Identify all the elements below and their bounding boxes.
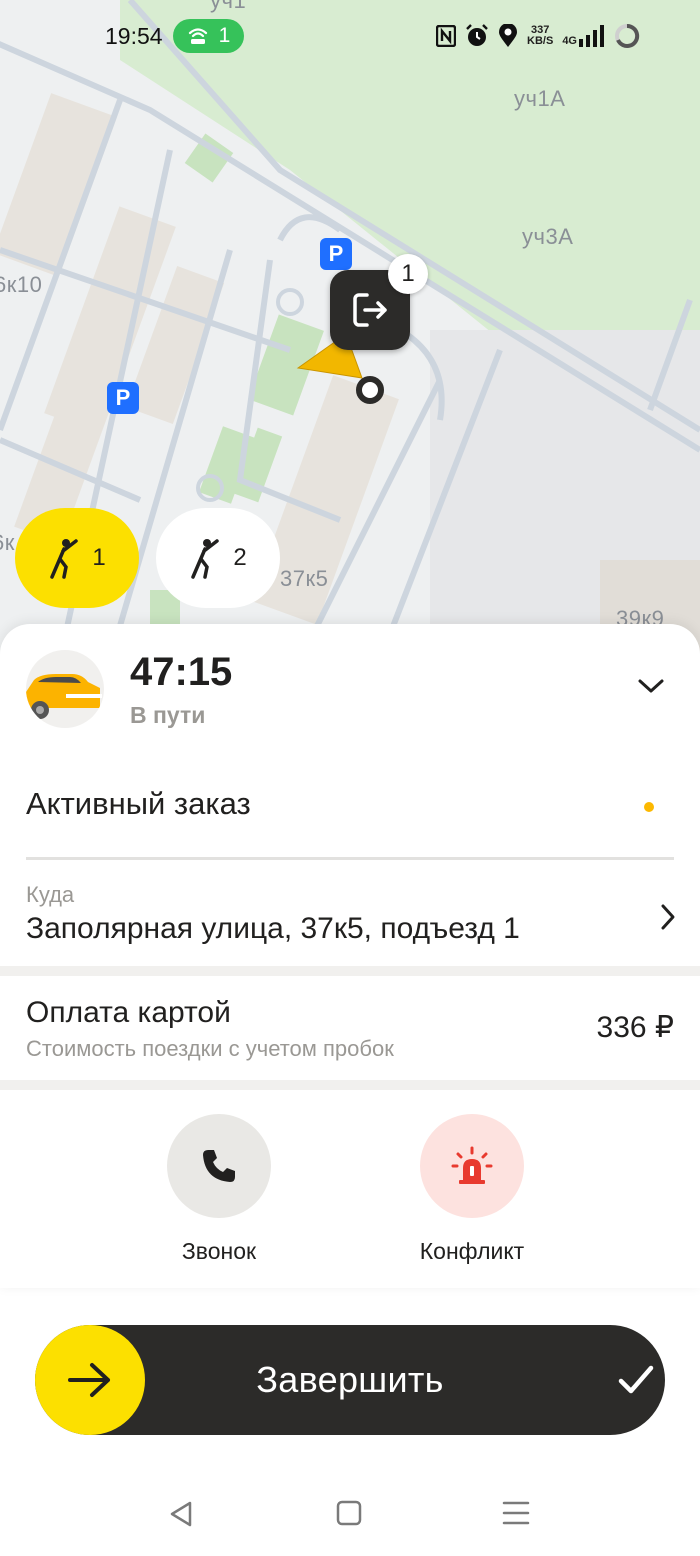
- map-label-6k10: 6к10: [0, 272, 43, 297]
- map-view[interactable]: уч1 уч1А уч3А 6к10 6к 37к5 39к9 P P 1 1 …: [0, 0, 700, 660]
- hotspot-count: 1: [218, 24, 231, 47]
- order-sheet: 47:15 В пути Активный заказ Куда Заполяр…: [0, 624, 700, 1288]
- check-icon: [618, 1365, 654, 1394]
- eta-time: 47:15: [130, 650, 233, 694]
- battery-icon: [615, 23, 640, 48]
- map-label-6k: 6к: [0, 530, 15, 555]
- call-button[interactable]: [167, 1114, 271, 1218]
- parking-icon[interactable]: P: [320, 238, 352, 270]
- call-label: Звонок: [181, 1238, 257, 1264]
- section-separator: [0, 1080, 700, 1090]
- trip-price: 336 ₽: [596, 1011, 674, 1044]
- passenger-chip-1[interactable]: 1: [15, 508, 139, 608]
- back-icon[interactable]: [168, 1500, 194, 1528]
- finish-slider-handle[interactable]: [35, 1325, 145, 1435]
- trip-status: В пути: [130, 702, 206, 728]
- chip-count: 2: [233, 544, 247, 571]
- map-label-uch3a: уч3А: [522, 224, 574, 249]
- taxi-car-icon: [26, 674, 102, 719]
- finish-slider[interactable]: Завершить: [35, 1325, 665, 1435]
- hotspot-icon: [188, 28, 207, 44]
- hotspot-pill: 1: [172, 19, 245, 53]
- passenger-icon: [191, 539, 220, 579]
- pin-badge: 1: [388, 254, 428, 294]
- siren-icon: [451, 1146, 493, 1184]
- passenger-icon: [50, 539, 79, 579]
- signal-icon: [579, 25, 604, 47]
- parking-icon[interactable]: P: [107, 382, 139, 414]
- recents-icon[interactable]: [502, 1500, 530, 1526]
- status-bar: 19:54 1 337 KB/S 4G: [0, 0, 700, 72]
- conflict-action[interactable]: Конфликт: [397, 1114, 547, 1265]
- phone-icon: [203, 1150, 235, 1182]
- chevron-down-icon[interactable]: [636, 676, 666, 696]
- nfc-icon: [436, 25, 457, 47]
- speed-unit: KB/S: [527, 35, 554, 47]
- pickup-point-marker: [356, 376, 384, 404]
- network-type: 4G: [562, 35, 577, 47]
- network-speed: 337 KB/S: [527, 25, 553, 47]
- payment-subtitle: Стоимость поездки с учетом пробок: [26, 1036, 394, 1061]
- section-separator: [0, 966, 700, 976]
- home-icon[interactable]: [336, 1500, 362, 1526]
- destination-address: Заполярная улица, 37к5, подъезд 1: [26, 912, 520, 945]
- chip-count: 1: [92, 544, 106, 571]
- car-avatar: [26, 650, 104, 728]
- alarm-icon: [466, 24, 488, 46]
- order-indicator-dot: [644, 802, 654, 812]
- divider: [26, 857, 674, 860]
- conflict-button[interactable]: [420, 1114, 524, 1218]
- passenger-chip-2[interactable]: 2: [156, 508, 280, 608]
- map-label-uch1a: уч1А: [514, 86, 566, 111]
- status-time: 19:54: [105, 22, 163, 49]
- chevron-right-icon: [661, 904, 675, 930]
- exit-icon: [353, 293, 387, 327]
- destination-label: Куда: [26, 882, 75, 907]
- system-nav-bar: [0, 1480, 700, 1556]
- arrow-right-icon: [68, 1363, 110, 1397]
- location-icon: [499, 24, 518, 47]
- map-label-37k5: 37к5: [280, 566, 329, 591]
- call-action[interactable]: Звонок: [144, 1114, 294, 1265]
- conflict-label: Конфликт: [419, 1238, 525, 1264]
- payment-method: Оплата картой: [26, 996, 231, 1029]
- active-order-title: Активный заказ: [26, 786, 251, 821]
